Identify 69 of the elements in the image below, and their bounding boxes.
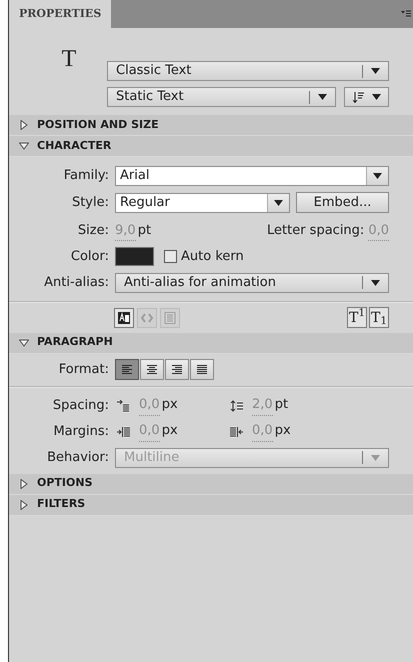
- orientation-dropdown[interactable]: [344, 87, 389, 107]
- align-right-button[interactable]: [165, 359, 189, 380]
- field-label: Margins:: [53, 422, 109, 441]
- section-header[interactable]: PARAGRAPH: [9, 332, 413, 354]
- expand-triangle-icon: [19, 500, 29, 510]
- text-orientation-icon: [352, 92, 364, 102]
- collapse-triangle-icon: [19, 141, 29, 151]
- border-icon: [163, 310, 177, 324]
- expand-triangle-icon: [19, 120, 29, 130]
- field-label: Spacing:: [52, 396, 109, 415]
- section-header[interactable]: CHARACTER: [9, 136, 413, 157]
- dropdown-arrow-icon: [274, 200, 283, 206]
- script-button[interactable]: T$^{1}$: [347, 307, 367, 328]
- embed-button[interactable]: Embed...: [296, 192, 389, 213]
- unit-label: px: [162, 422, 178, 440]
- section-title: POSITION AND SIZE: [37, 116, 159, 133]
- dropdown-arrow-icon: [371, 454, 380, 460]
- dropdown[interactable]: Anti-alias for animation: [115, 272, 389, 292]
- field-label: Family:: [64, 167, 109, 186]
- dropdown-arrow-icon: [371, 280, 380, 286]
- align-center-button[interactable]: [140, 359, 164, 380]
- field-label: Color:: [70, 248, 109, 266]
- checkbox-label: Auto kern: [181, 248, 244, 266]
- section-title: PARAGRAPH: [37, 334, 113, 350]
- left-spacing-icon: [117, 426, 131, 438]
- align-left-button[interactable]: [115, 359, 139, 380]
- field-label: Format:: [58, 360, 109, 379]
- dropdown-arrow-icon: [371, 68, 380, 74]
- field-label: Letter spacing:: [267, 222, 364, 240]
- section-title: FILTERS: [37, 496, 86, 512]
- panel-menu-icon[interactable]: [401, 10, 411, 18]
- selectable-toggle-button[interactable]: [114, 308, 134, 328]
- dropdown[interactable]: Classic Text: [107, 61, 389, 81]
- panel-tab[interactable]: PROPERTIES: [9, 0, 112, 28]
- selectable-icon: [117, 310, 131, 324]
- section-title: CHARACTER: [37, 138, 112, 154]
- align-center-icon: [146, 364, 158, 375]
- unit-label: pt: [274, 396, 288, 414]
- section-header[interactable]: FILTERS: [9, 494, 413, 516]
- align-right-icon: [171, 364, 183, 375]
- line-spacing-icon: [230, 400, 244, 412]
- align-justify-icon: [196, 364, 208, 375]
- field-label: Size:: [78, 222, 109, 240]
- align-justify-button[interactable]: [190, 359, 214, 380]
- section-title: OPTIONS: [37, 475, 92, 492]
- unit-label: pt: [138, 222, 152, 240]
- align-left-icon: [121, 364, 133, 375]
- expand-triangle-icon: [19, 478, 29, 488]
- unit-label: px: [162, 396, 178, 414]
- checkbox[interactable]: [164, 250, 177, 264]
- dropdown-arrow-icon: [373, 173, 382, 179]
- dropdown-arrow-icon: [372, 94, 380, 100]
- dropdown-arrow-icon: [318, 94, 327, 100]
- section-header[interactable]: OPTIONS: [9, 474, 413, 494]
- text-tool-glyph: T: [62, 47, 76, 74]
- dropdown[interactable]: Arial: [115, 166, 389, 186]
- color-swatch[interactable]: [115, 247, 154, 266]
- field-label: Behavior:: [47, 448, 109, 467]
- html-icon: [140, 310, 154, 324]
- indent-spacing-icon: [117, 400, 131, 412]
- field-label: Style:: [72, 194, 109, 212]
- section-header[interactable]: POSITION AND SIZE: [9, 115, 413, 136]
- right-spacing-icon: [230, 426, 244, 438]
- script-button[interactable]: T$_{1}$: [369, 307, 389, 328]
- dropdown[interactable]: Regular: [115, 192, 290, 212]
- dropdown[interactable]: Static Text: [107, 87, 336, 107]
- field-label: Anti-alias:: [44, 274, 109, 292]
- collapse-triangle-icon: [19, 338, 29, 348]
- unit-label: px: [274, 422, 291, 440]
